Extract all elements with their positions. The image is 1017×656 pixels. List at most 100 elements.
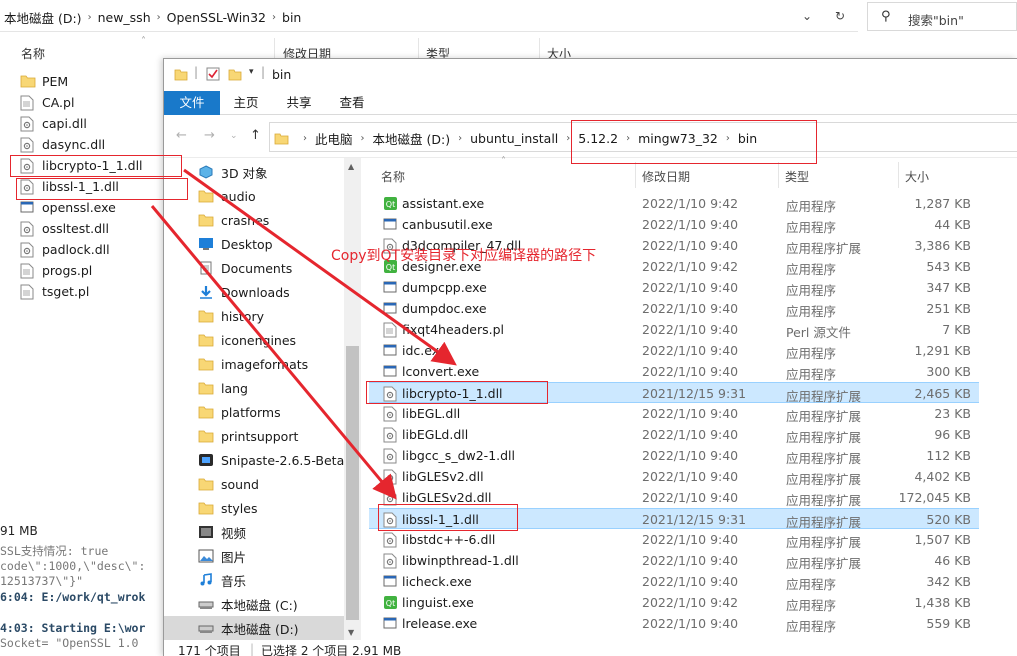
- file-size: 251 KB: [926, 301, 971, 316]
- table-row[interactable]: dumpdoc.exe 2022/1/10 9:40 应用程序 251 KB: [369, 298, 979, 319]
- file-name: libstdc++-6.dll: [402, 532, 496, 547]
- table-row[interactable]: libstdc++-6.dll 2022/1/10 9:40 应用程序扩展 1,507…: [369, 529, 979, 550]
- table-row[interactable]: libgcc_s_dw2-1.dll 2022/1/10 9:40 应用程序扩展 11…: [369, 445, 979, 466]
- tab-view[interactable]: 查看: [330, 91, 374, 115]
- breadcrumb-item[interactable]: 本地磁盘 (D:): [373, 129, 451, 148]
- file-size: 96 KB: [934, 427, 971, 442]
- nav-item[interactable]: 本地磁盘 (D:): [164, 616, 344, 640]
- table-row[interactable]: lconvert.exe 2022/1/10 9:40 应用程序 300 KB: [369, 361, 979, 382]
- nav-item[interactable]: 本地磁盘 (C:): [164, 592, 344, 616]
- terminal-output: SSL支持情况: true code\":1000,\"desc\": 125137…: [0, 543, 170, 656]
- file-name: padlock.dll: [42, 242, 110, 257]
- table-row[interactable]: Qt assistant.exe 2022/1/10 9:42 应用程序 1,287 K…: [369, 193, 979, 214]
- nav-item[interactable]: Documents: [164, 256, 344, 280]
- back-arrow-icon[interactable]: ←: [176, 128, 187, 143]
- column-name[interactable]: 名称: [21, 45, 45, 62]
- nav-item-label: 图片: [221, 549, 247, 565]
- file-type: 应用程序: [786, 367, 837, 382]
- column-type[interactable]: 类型: [785, 168, 809, 185]
- terminal-line: SSL支持情况: true: [0, 544, 109, 558]
- nav-item[interactable]: 音乐: [164, 568, 344, 592]
- table-row[interactable]: libwinpthread-1.dll 2022/1/10 9:40 应用程序扩展 4…: [369, 550, 979, 571]
- file-date: 2022/1/10 9:40: [642, 343, 739, 358]
- exe-file-icon: [383, 301, 397, 316]
- file-name: lconvert.exe: [402, 364, 480, 379]
- tab-home[interactable]: 主页: [224, 91, 268, 115]
- nav-scrollbar[interactable]: ▲ ▼: [344, 158, 361, 640]
- nav-item[interactable]: sound: [164, 472, 344, 496]
- nav-item[interactable]: iconengines: [164, 328, 344, 352]
- table-row[interactable]: idc.exe 2022/1/10 9:40 应用程序 1,291 KB: [369, 340, 979, 361]
- dll-file-icon: [383, 532, 397, 548]
- column-size[interactable]: 大小: [905, 168, 929, 185]
- nav-item[interactable]: crashes: [164, 208, 344, 232]
- table-row[interactable]: lrelease.exe 2022/1/10 9:40 应用程序 559 KB: [369, 613, 979, 634]
- file-type: 应用程序: [786, 304, 837, 319]
- nav-item[interactable]: imageformats: [164, 352, 344, 376]
- exe-file-icon: [383, 217, 397, 232]
- up-arrow-icon[interactable]: ↑: [250, 128, 261, 143]
- highlight-box-libssl-target: [378, 504, 518, 531]
- file-date: 2022/1/10 9:40: [642, 217, 739, 232]
- breadcrumb-item[interactable]: OpenSSL-Win32: [167, 10, 266, 25]
- file-size: 347 KB: [926, 280, 971, 295]
- table-row[interactable]: libGLESv2.dll 2022/1/10 9:40 应用程序扩展 4,402 K…: [369, 466, 979, 487]
- recent-locations-icon[interactable]: ⌄: [230, 131, 238, 141]
- nav-item[interactable]: Downloads: [164, 280, 344, 304]
- file-name: tsget.pl: [42, 284, 90, 299]
- nav-item[interactable]: 图片: [164, 544, 344, 568]
- chevron-down-icon[interactable]: ⌄: [795, 6, 819, 26]
- breadcrumb-item[interactable]: bin: [282, 10, 301, 25]
- back-search-box[interactable]: ⚲ 搜索"bin": [867, 2, 1017, 31]
- file-size: 3,386 KB: [914, 238, 971, 253]
- file-name: dumpcpp.exe: [402, 280, 487, 295]
- breadcrumb-item[interactable]: 此电脑: [315, 129, 353, 148]
- forward-arrow-icon[interactable]: →: [204, 128, 215, 143]
- table-row[interactable]: canbusutil.exe 2022/1/10 9:40 应用程序 44 KB: [369, 214, 979, 235]
- dll-file-icon: [383, 406, 397, 422]
- file-type: 应用程序扩展: [786, 493, 862, 508]
- file-name: linguist.exe: [402, 595, 474, 610]
- nav-item[interactable]: printsupport: [164, 424, 344, 448]
- script-file-icon: [20, 95, 34, 111]
- sort-up-icon: ˄: [141, 36, 146, 47]
- table-row[interactable]: libEGLd.dll 2022/1/10 9:40 应用程序扩展 96 KB: [369, 424, 979, 445]
- column-date[interactable]: 修改日期: [642, 168, 690, 185]
- folder-icon: [274, 133, 289, 145]
- breadcrumb-item[interactable]: new_ssh: [98, 10, 151, 25]
- table-row[interactable]: libEGL.dll 2022/1/10 9:40 应用程序扩展 23 KB: [369, 403, 979, 424]
- scroll-down-icon[interactable]: ▼: [348, 628, 354, 637]
- file-type: 应用程序: [786, 577, 837, 592]
- column-name[interactable]: 名称: [381, 168, 405, 185]
- nav-item[interactable]: history: [164, 304, 344, 328]
- tab-share[interactable]: 共享: [277, 91, 321, 115]
- table-row[interactable]: dumpcpp.exe 2022/1/10 9:40 应用程序 347 KB: [369, 277, 979, 298]
- breadcrumb-item[interactable]: ubuntu_install: [470, 131, 558, 146]
- nav-item[interactable]: Desktop: [164, 232, 344, 256]
- nav-item[interactable]: audio: [164, 184, 344, 208]
- file-date: 2022/1/10 9:40: [642, 553, 739, 568]
- scrollbar-thumb[interactable]: [346, 346, 359, 620]
- table-row[interactable]: fixqt4headers.pl 2022/1/10 9:40 Perl 源文件 7 …: [369, 319, 979, 340]
- properties-icon[interactable]: [206, 67, 220, 81]
- nav-item[interactable]: styles: [164, 496, 344, 520]
- breadcrumb-item[interactable]: 本地磁盘 (D:): [4, 8, 82, 27]
- nav-item[interactable]: lang: [164, 376, 344, 400]
- tab-file[interactable]: 文件: [164, 91, 220, 115]
- file-size: 1,438 KB: [914, 595, 971, 610]
- nav-item[interactable]: 3D 对象: [164, 160, 344, 184]
- nav-item[interactable]: Snipaste-2.6.5-Beta-x: [164, 448, 356, 472]
- back-breadcrumb: 本地磁盘 (D:) › new_ssh › OpenSSL-Win32 › bin: [4, 8, 302, 27]
- scroll-up-icon[interactable]: ▲: [348, 162, 354, 171]
- file-size: 300 KB: [926, 364, 971, 379]
- new-folder-icon[interactable]: [228, 67, 242, 81]
- back-address-bar[interactable]: 本地磁盘 (D:) › new_ssh › OpenSSL-Win32 › bin ⌄…: [0, 0, 858, 32]
- terminal-line: 12513737\"}": [0, 574, 84, 588]
- quick-access-dropdown-icon[interactable]: ▾: [249, 67, 254, 77]
- nav-item[interactable]: platforms: [164, 400, 344, 424]
- nav-item-label: 音乐: [221, 573, 247, 589]
- refresh-icon[interactable]: ↻: [828, 6, 852, 26]
- table-row[interactable]: Qt linguist.exe 2022/1/10 9:42 应用程序 1,438 KB: [369, 592, 979, 613]
- table-row[interactable]: licheck.exe 2022/1/10 9:40 应用程序 342 KB: [369, 571, 979, 592]
- nav-item[interactable]: 视频: [164, 520, 344, 544]
